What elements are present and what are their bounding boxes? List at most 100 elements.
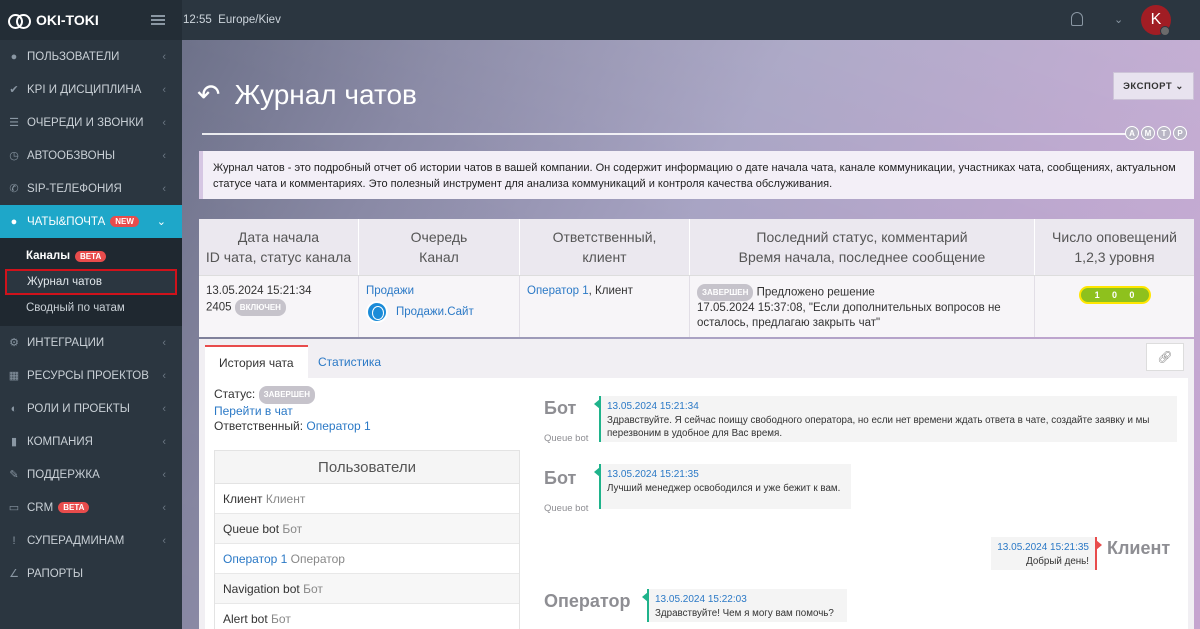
nav-users[interactable]: ● ПОЛЬЗОВАТЕЛИ ‹ [0,40,182,73]
amtp-t[interactable]: T [1157,126,1171,140]
cell-date: 13.05.2024 15:21:34 2405 ВКЛЮЧЕН [199,276,359,337]
sub-label: Каналы [26,250,71,262]
user-icon: ● [10,50,18,63]
user-role: Клиент [265,491,306,506]
message-sender: Клиент [1107,538,1171,558]
notif-level-2: 0 [1111,289,1117,300]
message-sender: Оператор [544,591,631,611]
amtp-m[interactable]: M [1141,126,1155,140]
table-row[interactable]: 13.05.2024 15:21:34 2405 ВКЛЮЧЕН Продажи… [199,275,1194,337]
amtp-badges: A M T P [1125,126,1189,140]
col-sublabel: 1,2,3 уровня [1074,249,1155,265]
beta-badge: BETA [75,250,107,262]
nav-roles[interactable]: ◐ РОЛИ И ПРОЕКТЫ ‹ [0,392,182,425]
nav-reports[interactable]: ∠ РАПОРТЫ [0,557,182,590]
chevron-left-icon: ‹ [162,468,166,481]
status-dot [1160,26,1170,36]
list-item[interactable]: Queue bot Бот [215,514,519,544]
message-subsender: Queue bot [544,433,589,444]
users-title: Пользователи [215,451,519,484]
nav-superadmin[interactable]: ! СУПЕРАДМИНАМ ‹ [0,524,182,557]
list-item[interactable]: Клиент Клиент [215,484,519,514]
export-button[interactable]: ЭКСПОРТ ⌄ [1113,72,1194,100]
responsible-link[interactable]: Оператор 1 [306,419,370,433]
message-text: Лучший менеджер освободился и уже бежит … [607,482,841,494]
message-time: 13.05.2024 15:22:03 [655,594,747,605]
channel-link[interactable]: Продажи.Сайт [396,306,474,318]
clock: 12:55 Europe/Kiev [183,14,281,26]
table-header: Дата начала ID чата, статус канала Очеред… [199,219,1194,275]
list-item[interactable]: Alert bot Бот [215,604,519,629]
message-sender: Бот [544,398,577,418]
bell-icon[interactable] [1071,12,1083,26]
col-sublabel: Время начала, последнее сообщение [738,249,986,265]
link-button[interactable]: 🔗︎ [1146,343,1184,371]
back-arrow-icon[interactable]: ↶ [197,78,220,111]
nav-company[interactable]: ▮ КОМПАНИЯ ‹ [0,425,182,458]
nav-sip[interactable]: ✆ SIP-ТЕЛЕФОНИЯ ‹ [0,172,182,205]
col-responsible[interactable]: Ответственный, клиент [520,219,690,275]
page-description: Журнал чатов - это подробный отчет об ис… [199,151,1194,199]
nav-support[interactable]: ✎ ПОДДЕРЖКА ‹ [0,458,182,491]
chevron-down-icon: ⌄ [1175,80,1184,92]
operator-link[interactable]: Оператор 1 [527,285,589,297]
top-bar: OKI-TOKI 12:55 Europe/Kiev ⌄ K [0,0,1200,40]
notif-level-3: 0 [1129,289,1135,300]
chevron-left-icon: ‹ [162,149,166,162]
col-date[interactable]: Дата начала ID чата, статус канала [199,219,359,275]
col-sublabel: клиент [582,249,627,265]
nav-kpi[interactable]: ✔ KPI И ДИСЦИПЛИНА ‹ [0,73,182,106]
sub-item-channels[interactable]: Каналы BETA [0,243,182,269]
chevron-left-icon: ‹ [162,501,166,514]
col-status[interactable]: Последний статус, комментарий Время начал… [690,219,1035,275]
globe-icon [366,301,388,323]
nav-label: КОМПАНИЯ [27,435,93,448]
tab-stats[interactable]: Статистика [304,345,395,378]
nav-chats-mail[interactable]: ● ЧАТЫ&ПОЧТА NEW ⌄ [0,205,182,238]
col-queue[interactable]: Очередь Канал [359,219,520,275]
menu-toggle-icon[interactable] [151,15,165,25]
nav-label: ПОЛЬЗОВАТЕЛИ [27,50,120,63]
list-item[interactable]: Navigation bot Бот [215,574,519,604]
sub-item-summary[interactable]: Сводный по чатам [0,295,182,321]
user-role: Бот [303,581,323,596]
message-subsender: Queue bot [544,503,589,514]
message-time: 13.05.2024 15:21:35 [997,542,1089,553]
amtp-p[interactable]: P [1173,126,1187,140]
message-sender: Бот [544,468,577,488]
chats-submenu: Каналы BETA Журнал чатов Сводный по чатам [0,238,182,326]
tab-history[interactable]: История чата [205,345,308,378]
list-icon: ☰ [9,117,19,129]
history-body: Статус: ЗАВЕРШЕН Перейти в чат Ответстве… [205,378,1188,629]
nav-label: РЕСУРСЫ ПРОЕКТОВ [27,369,149,382]
col-notifications[interactable]: Число оповещений 1,2,3 уровня [1035,219,1194,275]
sub-item-chat-log[interactable]: Журнал чатов [5,269,177,295]
client-name: , Клиент [588,285,633,297]
status-comment: Предложено решение [756,286,875,299]
nav-autodial[interactable]: ◷ АВТООБЗВОНЫ ‹ [0,139,182,172]
chat-log-table: Дата начала ID чата, статус канала Очеред… [199,219,1194,337]
nav-resources[interactable]: ▦ РЕСУРСЫ ПРОЕКТОВ ‹ [0,359,182,392]
user-name[interactable]: Оператор 1 [223,552,287,566]
nav-crm[interactable]: ▭ CRM BETA ‹ [0,491,182,524]
queue-link[interactable]: Продажи [366,284,512,299]
cell-queue: Продажи Продажи.Сайт [359,276,520,337]
message-time: 13.05.2024 15:21:34 [607,401,699,412]
nav-label: СУПЕРАДМИНАМ [27,534,125,547]
nav-integrations[interactable]: ⚙ ИНТЕГРАЦИИ ‹ [0,326,182,359]
divider [202,133,1127,135]
amtp-a[interactable]: A [1125,126,1139,140]
user-name: Navigation bot [223,581,300,596]
last-message: 17.05.2024 15:37:08, "Если дополнительны… [697,302,1001,329]
cell-status: ЗАВЕРШЕН Предложено решение 17.05.2024 1… [690,276,1035,337]
goto-chat-link[interactable]: Перейти в чат [214,404,371,420]
grid-icon: ▦ [8,370,20,382]
line-chart-icon: ∠ [9,568,19,580]
cell-notifications: 100 [1035,276,1194,337]
channel-status-badge: ВКЛЮЧЕН [234,299,286,316]
col-label: Дата начала [237,229,320,245]
list-item[interactable]: Оператор 1 Оператор [215,544,519,574]
nav-queues[interactable]: ☰ ОЧЕРЕДИ И ЗВОНКИ ‹ [0,106,182,139]
toggle-icon: ◐ [10,402,18,415]
chevron-down-icon[interactable]: ⌄ [1114,13,1123,26]
